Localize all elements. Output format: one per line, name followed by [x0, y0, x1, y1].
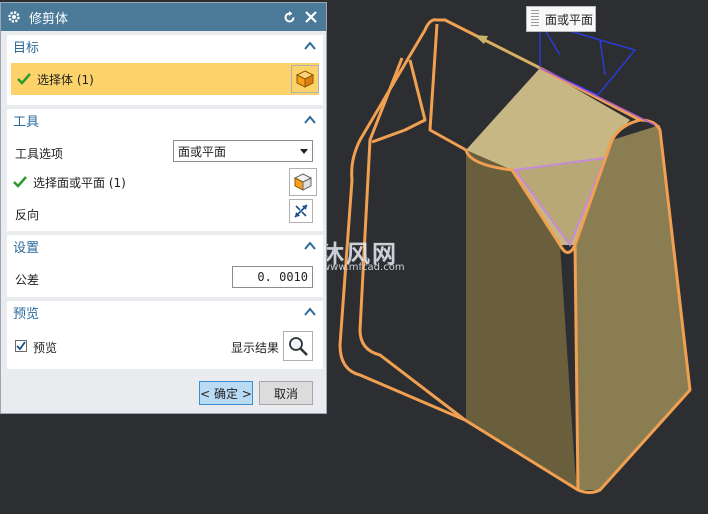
tooltip-grip [531, 10, 539, 28]
cancel-button[interactable]: 取消 [259, 381, 313, 405]
trim-body-dialog: 修剪体 目标 选择体 (1) 工具 工具选项 面或平面 选择面或平面 (1) 反… [0, 2, 327, 414]
preview-label: 预览 [33, 341, 58, 355]
checkmark-icon [16, 341, 26, 351]
section-preview: 预览 预览 显示结果 [7, 301, 323, 369]
gear-icon[interactable] [7, 10, 21, 24]
section-settings: 设置 公差 0. 0010 [7, 235, 323, 297]
tool-option-dropdown[interactable]: 面或平面 [173, 140, 313, 162]
check-icon [13, 176, 27, 188]
cube-icon [293, 173, 313, 191]
section-target: 目标 选择体 (1) [7, 35, 323, 105]
tooltip-text: 面或平面 [545, 12, 594, 27]
select-face-label: 选择面或平面 (1) [33, 175, 126, 190]
select-body-label: 选择体 (1) [37, 72, 94, 87]
tool-option-label: 工具选项 [15, 147, 64, 161]
reverse-direction-icon [294, 204, 308, 218]
viewport-tooltip: 面或平面 [526, 6, 596, 32]
chevron-up-icon[interactable] [303, 305, 317, 319]
reset-icon[interactable] [280, 8, 298, 26]
check-icon [17, 73, 31, 85]
reverse-direction-button[interactable] [289, 199, 313, 223]
magnifier-icon [289, 337, 308, 356]
preview-checkbox[interactable] [15, 340, 27, 352]
watermark-url-text: www.mfcad.com [322, 262, 405, 273]
section-settings-header[interactable]: 设置 [7, 235, 323, 257]
tolerance-input[interactable]: 0. 0010 [232, 266, 313, 288]
select-body-row[interactable]: 选择体 (1) [11, 63, 319, 95]
chevron-up-icon[interactable] [303, 239, 317, 253]
section-target-header[interactable]: 目标 [7, 35, 323, 57]
section-tool-title: 工具 [13, 114, 40, 130]
section-preview-title: 预览 [13, 306, 40, 322]
ok-button[interactable]: < 确定 > [199, 381, 253, 405]
tolerance-label: 公差 [15, 273, 40, 287]
section-settings-title: 设置 [13, 240, 40, 256]
close-icon[interactable] [302, 8, 320, 26]
chevron-up-icon[interactable] [303, 113, 317, 127]
reverse-label: 反向 [15, 208, 40, 222]
dropdown-arrow-icon [300, 148, 308, 154]
section-tool: 工具 工具选项 面或平面 选择面或平面 (1) 反向 [7, 109, 323, 231]
show-result-label: 显示结果 [231, 341, 280, 355]
select-face-row[interactable]: 选择面或平面 (1) [13, 167, 317, 197]
select-face-button[interactable] [289, 168, 317, 196]
chevron-up-icon[interactable] [303, 39, 317, 53]
section-tool-header[interactable]: 工具 [7, 109, 323, 131]
dialog-title: 修剪体 [29, 11, 69, 27]
section-target-title: 目标 [13, 40, 40, 56]
dialog-title-bar[interactable]: 修剪体 [1, 3, 326, 31]
cube-icon [295, 70, 315, 88]
select-body-button[interactable] [291, 65, 319, 93]
section-preview-header[interactable]: 预览 [7, 301, 323, 323]
tool-option-value: 面或平面 [178, 144, 227, 159]
show-result-button[interactable] [283, 331, 313, 361]
